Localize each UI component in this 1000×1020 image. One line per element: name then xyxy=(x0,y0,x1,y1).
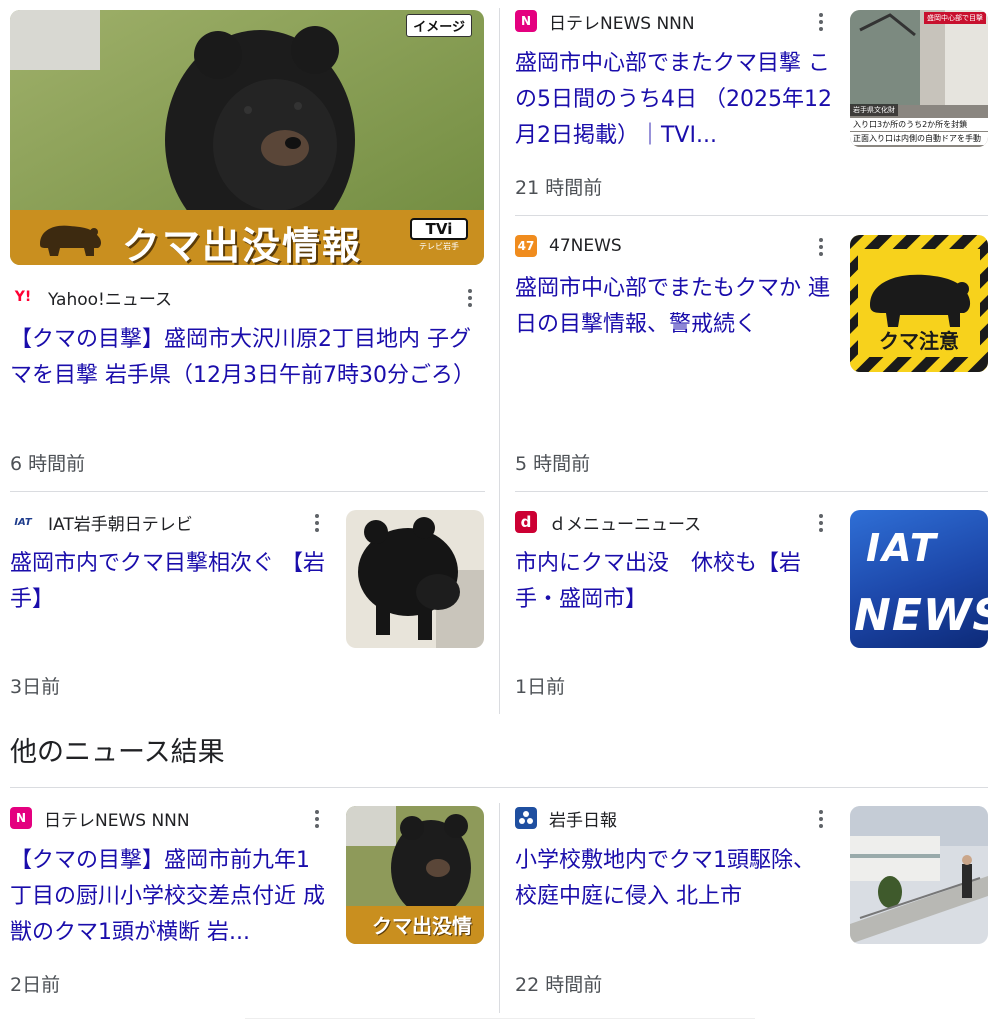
timestamp: 21 時間前 xyxy=(515,177,603,199)
47news-icon: 47 xyxy=(515,235,537,257)
timestamp: 5 時間前 xyxy=(515,453,591,475)
bear-silhouette-icon xyxy=(36,218,104,262)
timestamp: 2日前 xyxy=(10,974,61,996)
column-divider xyxy=(499,803,500,1013)
more-options-icon[interactable] xyxy=(811,509,831,537)
source-name: Yahoo!ニュース xyxy=(48,289,173,310)
timestamp: 1日前 xyxy=(515,676,566,698)
source-name: ｄメニューニュース xyxy=(549,514,702,535)
news-thumbnail[interactable]: 盛岡中心部で目撃 岩手県文化財 入り口3か所のうち2か所を封鎖 正面入り口は内側… xyxy=(850,10,988,147)
news-title[interactable]: 小学校敷地内でクマ1頭駆除、校庭中庭に侵入 北上市 xyxy=(515,843,833,915)
source-name: 日テレNEWS NNN xyxy=(44,810,190,831)
thumbnail-caption: 正面入り口は内側の自動ドアを手動 xyxy=(850,132,988,145)
news-word: NEWS xyxy=(854,590,988,641)
iat-icon: IAT xyxy=(14,516,32,528)
caution-sign-text: クマ注意 xyxy=(879,329,959,353)
news-title[interactable]: 【クマの目撃】盛岡市前九年1丁目の厨川小学校交差点付近 成獣のクマ1頭が横断 岩… xyxy=(10,843,328,951)
divider xyxy=(515,215,988,216)
timestamp: 22 時間前 xyxy=(515,974,603,996)
image-badge: イメージ xyxy=(406,14,472,37)
more-news-heading: 他のニュース結果 xyxy=(10,737,225,768)
nnn-icon: N xyxy=(515,10,537,32)
news-title[interactable]: 盛岡市中心部でまたもクマか 連日の目撃情報、警戒続く xyxy=(515,271,833,343)
iwate-nippo-icon xyxy=(515,807,537,829)
thumbnail-caption: 盛岡中心部で目撃 xyxy=(924,12,986,24)
timestamp: 3日前 xyxy=(10,676,61,698)
more-options-icon[interactable] xyxy=(307,509,327,537)
news-title[interactable]: 盛岡市内でクマ目撃相次ぐ 【岩手】 xyxy=(10,546,328,618)
dmenu-icon: d xyxy=(515,511,537,533)
thumbnail-caption: 入り口3か所のうち2か所を封鎖 xyxy=(850,118,988,131)
source-name: 日テレNEWS NNN xyxy=(549,13,695,34)
source-name: 47NEWS xyxy=(549,236,622,256)
news-thumbnail[interactable] xyxy=(850,806,988,944)
more-options-icon[interactable] xyxy=(811,233,831,261)
news-thumbnail[interactable]: IAT NEWS xyxy=(850,510,988,648)
column-divider xyxy=(499,8,500,714)
yahoo-icon: Y! xyxy=(14,289,32,305)
thumbnail-banner-text: クマ出没情 xyxy=(372,914,472,938)
more-options-icon[interactable] xyxy=(307,805,327,833)
news-thumbnail[interactable]: クマ注意 xyxy=(850,235,988,372)
nnn-icon: N xyxy=(10,807,32,829)
thumbnail-banner-text: クマ出没情報 xyxy=(122,224,363,265)
more-options-icon[interactable] xyxy=(460,284,480,312)
source-name: IAT岩手朝日テレビ xyxy=(48,514,193,535)
timestamp: 6 時間前 xyxy=(10,453,86,475)
news-title[interactable]: 市内にクマ出没 休校も【岩手・盛岡市】 xyxy=(515,546,833,618)
news-thumbnail[interactable]: イメージ クマ出没情報 TVi テレビ岩手 xyxy=(10,10,484,265)
tvi-logo: TVi テレビ岩手 xyxy=(410,218,468,256)
divider xyxy=(10,491,485,492)
bottom-edge xyxy=(245,1018,755,1019)
source-name: 岩手日報 xyxy=(549,810,617,831)
more-options-icon[interactable] xyxy=(811,805,831,833)
divider xyxy=(10,787,988,788)
more-options-icon[interactable] xyxy=(811,8,831,36)
news-title[interactable]: 【クマの目撃】盛岡市大沢川原2丁目地内 子グマを目撃 岩手県（12月3日午前7時… xyxy=(10,322,485,430)
thumbnail-caption: 岩手県文化財 xyxy=(850,104,898,116)
divider xyxy=(515,491,988,492)
news-thumbnail[interactable] xyxy=(346,510,484,648)
news-title[interactable]: 盛岡市中心部でまたクマ目撃 この5日間のうち4日 （2025年12月2日掲載）｜… xyxy=(515,46,833,154)
iat-news-logo: IAT xyxy=(866,526,938,570)
news-thumbnail[interactable]: クマ出没情 xyxy=(346,806,484,944)
